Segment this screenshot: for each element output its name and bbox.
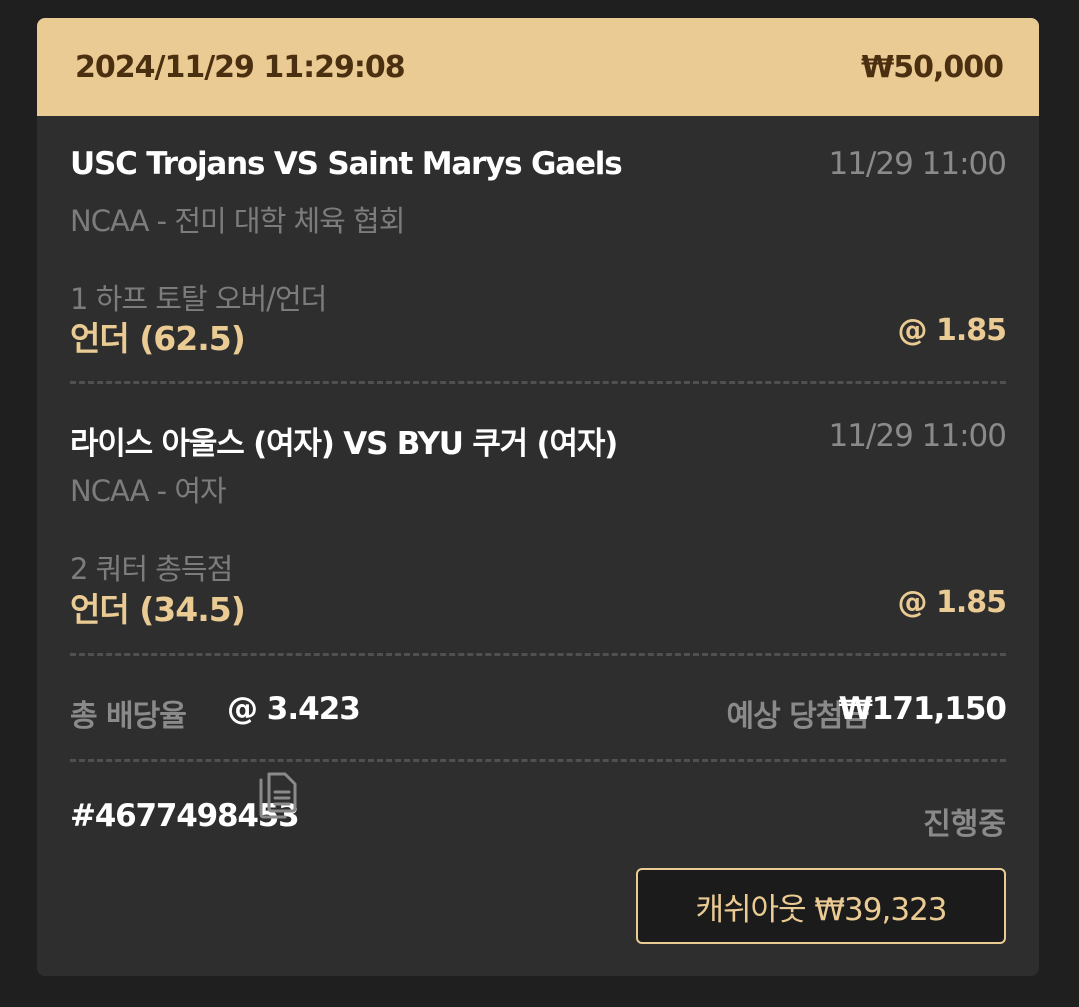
divider bbox=[70, 653, 1006, 656]
status-badge: 진행중 bbox=[923, 807, 1006, 842]
match-time: 11/29 11:00 bbox=[828, 418, 1007, 454]
total-odds-value: @ 3.423 bbox=[227, 691, 361, 727]
bet-odds: @ 1.85 bbox=[897, 585, 1007, 620]
bet-pick: 언더 (62.5) bbox=[70, 319, 246, 358]
match-title: USC Trojans VS Saint Marys Gaels bbox=[70, 146, 623, 182]
bet-pick: 언더 (34.5) bbox=[70, 590, 246, 629]
bet-odds: @ 1.85 bbox=[897, 313, 1007, 348]
divider bbox=[70, 381, 1006, 384]
match-league: NCAA - 여자 bbox=[70, 474, 227, 508]
bet-slip-card: 2024/11/29 11:29:08 ₩50,000 USC Trojans … bbox=[37, 18, 1039, 976]
match-league: NCAA - 전미 대학 체육 협회 bbox=[70, 204, 405, 238]
total-odds-label: 총 배당율 bbox=[70, 699, 187, 734]
match-time: 11/29 11:00 bbox=[828, 146, 1007, 182]
bet-slip-header: 2024/11/29 11:29:08 ₩50,000 bbox=[37, 18, 1039, 116]
bet-datetime: 2024/11/29 11:29:08 bbox=[75, 49, 406, 85]
stake-amount: ₩50,000 bbox=[861, 49, 1004, 85]
bet-market: 2 쿼터 총득점 bbox=[70, 552, 233, 586]
copy-icon[interactable] bbox=[255, 770, 301, 820]
cashout-button[interactable]: 캐쉬아웃 ₩39,323 bbox=[636, 868, 1006, 944]
expected-win-value: ₩171,150 bbox=[838, 691, 1007, 727]
match-title: 라이스 아울스 (여자) VS BYU 쿠거 (여자) bbox=[70, 426, 618, 462]
divider bbox=[70, 759, 1006, 762]
